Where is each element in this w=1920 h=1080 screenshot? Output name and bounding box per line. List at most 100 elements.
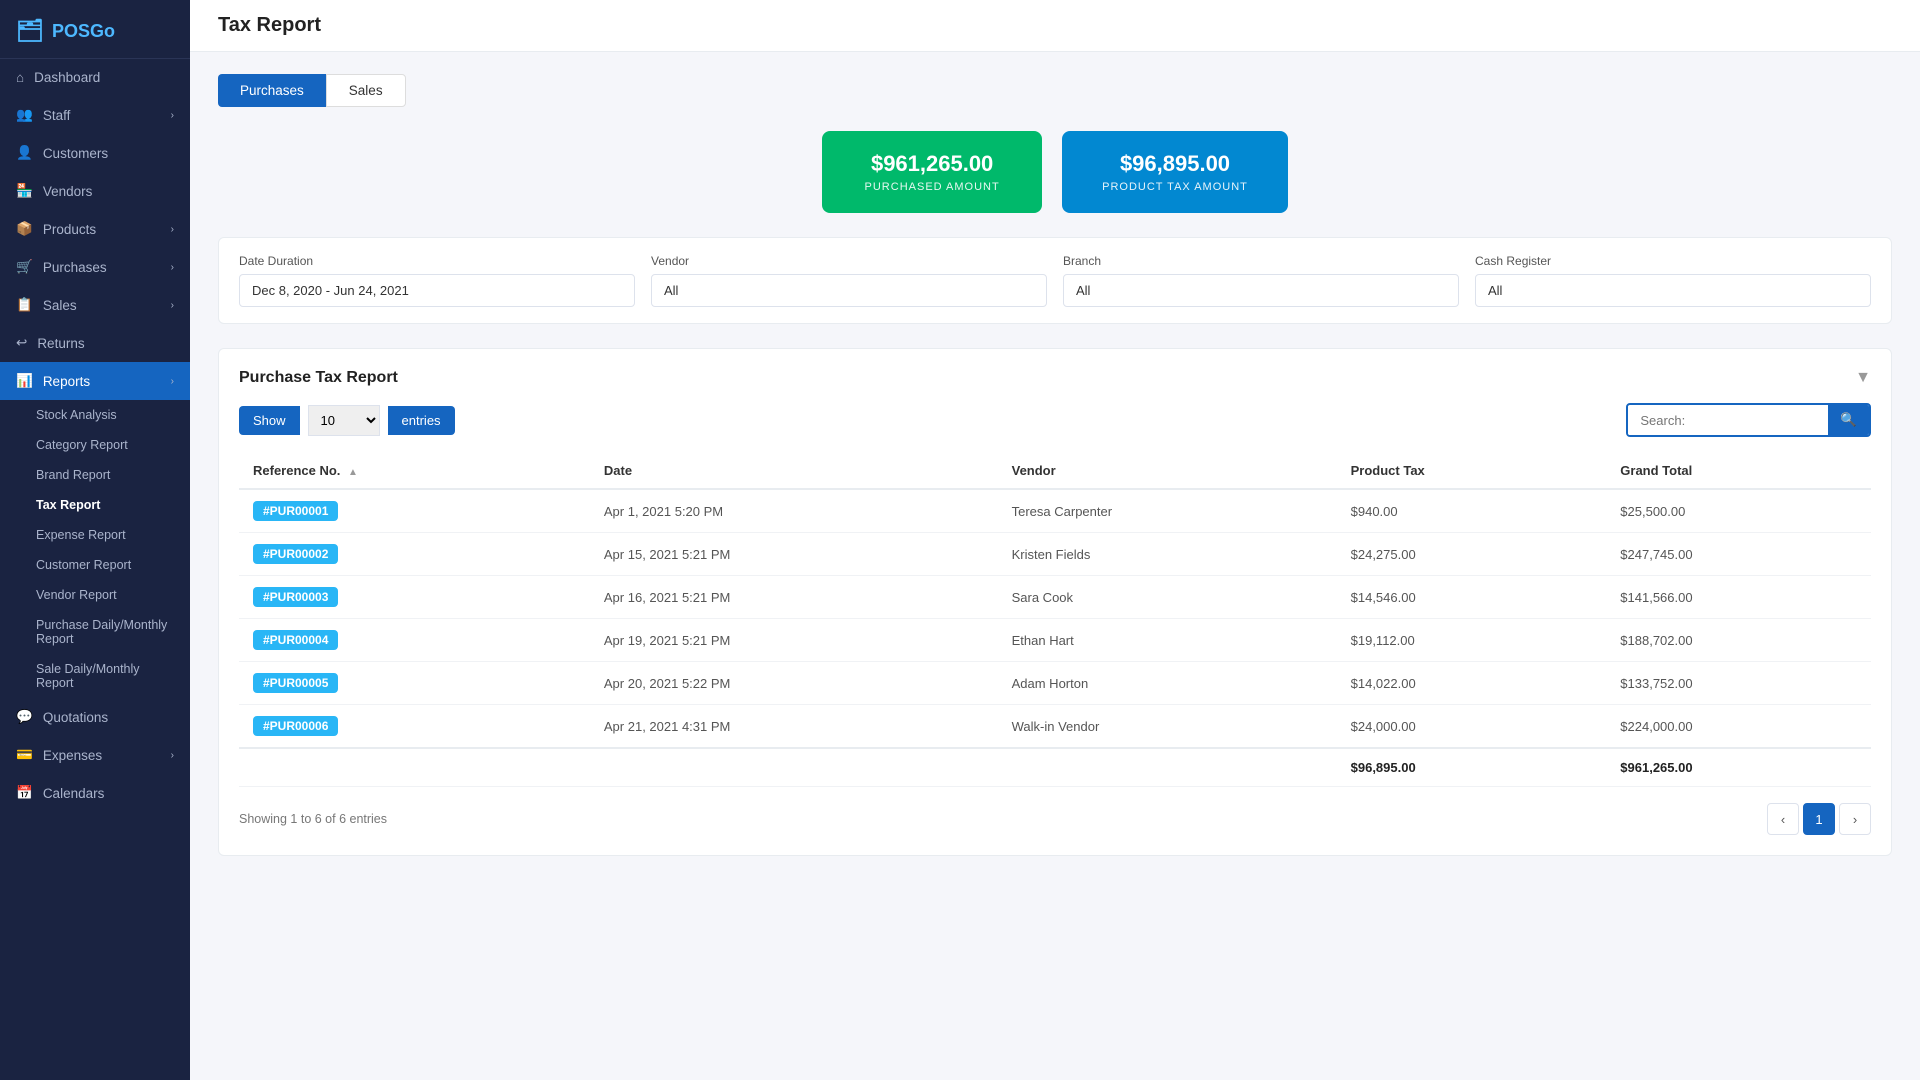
sidebar-item-purchases[interactable]: 🛒 Purchases › <box>0 248 190 286</box>
sidebar-item-reports[interactable]: 📊 Reports › <box>0 362 190 400</box>
cell-date-0: Apr 1, 2021 5:20 PM <box>590 489 998 533</box>
col-date[interactable]: Date <box>590 453 998 489</box>
ref-badge-5: #PUR00006 <box>253 716 338 736</box>
sidebar-item-products[interactable]: 📦 Products › <box>0 210 190 248</box>
col-product-tax[interactable]: Product Tax <box>1337 453 1607 489</box>
products-icon: 📦 <box>16 221 33 237</box>
prev-page-button[interactable]: ‹ <box>1767 803 1799 835</box>
cell-grand-total-4: $133,752.00 <box>1606 662 1871 705</box>
cell-product-tax-2: $14,546.00 <box>1337 576 1607 619</box>
calendars-label: Calendars <box>43 786 105 801</box>
filter-vendor-input[interactable] <box>651 274 1047 307</box>
filter-date-input[interactable] <box>239 274 635 307</box>
cell-product-tax-5: $24,000.00 <box>1337 705 1607 749</box>
reports-label: Reports <box>43 374 90 389</box>
sidebar-subitem-stock-analysis[interactable]: Stock Analysis <box>0 400 190 430</box>
sidebar-item-returns[interactable]: ↩ Returns <box>0 324 190 362</box>
tab-purchases[interactable]: Purchases <box>218 74 326 107</box>
chevron-sales: › <box>171 300 174 311</box>
table-row[interactable]: #PUR00005 Apr 20, 2021 5:22 PM Adam Hort… <box>239 662 1871 705</box>
sidebar-item-quotations[interactable]: 💬 Quotations <box>0 698 190 736</box>
entries-label: entries <box>388 406 455 435</box>
tab-sales[interactable]: Sales <box>326 74 406 107</box>
sidebar-subitem-purchase-daily[interactable]: Purchase Daily/Monthly Report <box>0 610 190 654</box>
cell-date-3: Apr 19, 2021 5:21 PM <box>590 619 998 662</box>
filter-cash-register: Cash Register <box>1475 254 1871 307</box>
sidebar-item-vendors[interactable]: 🏪 Vendors <box>0 172 190 210</box>
product-tax-amount-label: PRODUCT TAX AMOUNT <box>1102 181 1248 193</box>
filter-cash-register-input[interactable] <box>1475 274 1871 307</box>
cell-vendor-0: Teresa Carpenter <box>998 489 1337 533</box>
report-header: Purchase Tax Report ▼ <box>239 369 1871 387</box>
table-row[interactable]: #PUR00006 Apr 21, 2021 4:31 PM Walk-in V… <box>239 705 1871 749</box>
chevron-staff: › <box>171 110 174 121</box>
total-empty-2 <box>590 748 998 787</box>
app-logo[interactable]: 🗂 POSGo <box>0 0 190 59</box>
sidebar-item-dashboard[interactable]: ⌂ Dashboard <box>0 59 190 96</box>
cell-date-5: Apr 21, 2021 4:31 PM <box>590 705 998 749</box>
col-ref-no[interactable]: Reference No. ▲ <box>239 453 590 489</box>
table-controls: Show 10 25 50 100 entries 🔍 <box>239 403 1871 437</box>
filter-date-label: Date Duration <box>239 254 635 268</box>
cell-vendor-4: Adam Horton <box>998 662 1337 705</box>
total-empty-3 <box>998 748 1337 787</box>
sidebar-subitem-brand-report[interactable]: Brand Report <box>0 460 190 490</box>
sales-label: Sales <box>43 298 77 313</box>
filter-branch-input[interactable] <box>1063 274 1459 307</box>
tab-group: Purchases Sales <box>218 74 1892 107</box>
table-row[interactable]: #PUR00001 Apr 1, 2021 5:20 PM Teresa Car… <box>239 489 1871 533</box>
sidebar-nav: ⌂ Dashboard 👥 Staff › 👤 Customers 🏪 Vend… <box>0 59 190 1080</box>
purchased-amount-value: $961,265.00 <box>862 151 1002 177</box>
sidebar-item-expenses[interactable]: 💳 Expenses › <box>0 736 190 774</box>
purchased-amount-label: PURCHASED AMOUNT <box>862 181 1002 193</box>
sales-icon: 📋 <box>16 297 33 313</box>
next-page-button[interactable]: › <box>1839 803 1871 835</box>
col-vendor[interactable]: Vendor <box>998 453 1337 489</box>
returns-label: Returns <box>37 336 84 351</box>
page-1-button[interactable]: 1 <box>1803 803 1835 835</box>
staff-icon: 👥 <box>16 107 33 123</box>
filter-branch: Branch <box>1063 254 1459 307</box>
pagination: ‹ 1 › <box>1767 803 1871 835</box>
sidebar-item-customers[interactable]: 👤 Customers <box>0 134 190 172</box>
summary-cards: $961,265.00 PURCHASED AMOUNT $96,895.00 … <box>218 131 1892 213</box>
table-row[interactable]: #PUR00004 Apr 19, 2021 5:21 PM Ethan Har… <box>239 619 1871 662</box>
sidebar-item-calendars[interactable]: 📅 Calendars <box>0 774 190 812</box>
table-row[interactable]: #PUR00002 Apr 15, 2021 5:21 PM Kristen F… <box>239 533 1871 576</box>
sidebar-subitem-expense-report[interactable]: Expense Report <box>0 520 190 550</box>
search-box: 🔍 <box>1626 403 1871 437</box>
logo-icon: 🗂 <box>16 18 44 44</box>
col-grand-total[interactable]: Grand Total <box>1606 453 1871 489</box>
cell-product-tax-3: $19,112.00 <box>1337 619 1607 662</box>
table-row[interactable]: #PUR00003 Apr 16, 2021 5:21 PM Sara Cook… <box>239 576 1871 619</box>
search-input[interactable] <box>1628 406 1828 435</box>
table-header-row: Reference No. ▲ Date Vendor Product Tax … <box>239 453 1871 489</box>
sidebar-item-staff[interactable]: 👥 Staff › <box>0 96 190 134</box>
sidebar-subitem-sale-daily[interactable]: Sale Daily/Monthly Report <box>0 654 190 698</box>
table-total-row: $96,895.00 $961,265.00 <box>239 748 1871 787</box>
chevron-reports: › <box>171 376 174 387</box>
card-product-tax-amount: $96,895.00 PRODUCT TAX AMOUNT <box>1062 131 1288 213</box>
expenses-label: Expenses <box>43 748 102 763</box>
filter-branch-label: Branch <box>1063 254 1459 268</box>
entries-select[interactable]: 10 25 50 100 <box>308 405 380 436</box>
table-body: #PUR00001 Apr 1, 2021 5:20 PM Teresa Car… <box>239 489 1871 787</box>
sort-icon-ref: ▲ <box>348 467 358 478</box>
staff-label: Staff <box>43 108 71 123</box>
dashboard-icon: ⌂ <box>16 70 24 85</box>
cell-ref-1: #PUR00002 <box>239 533 590 576</box>
sidebar-subitem-tax-report[interactable]: Tax Report <box>0 490 190 520</box>
filter-icon[interactable]: ▼ <box>1855 369 1871 387</box>
search-button[interactable]: 🔍 <box>1828 405 1869 435</box>
sidebar-subitem-customer-report[interactable]: Customer Report <box>0 550 190 580</box>
cell-ref-2: #PUR00003 <box>239 576 590 619</box>
cell-grand-total-5: $224,000.00 <box>1606 705 1871 749</box>
cell-ref-5: #PUR00006 <box>239 705 590 749</box>
show-entries: Show 10 25 50 100 entries <box>239 405 455 436</box>
purchases-icon: 🛒 <box>16 259 33 275</box>
purchases-label: Purchases <box>43 260 107 275</box>
sidebar-item-sales[interactable]: 📋 Sales › <box>0 286 190 324</box>
sidebar-subitem-category-report[interactable]: Category Report <box>0 430 190 460</box>
expenses-icon: 💳 <box>16 747 33 763</box>
sidebar-subitem-vendor-report[interactable]: Vendor Report <box>0 580 190 610</box>
